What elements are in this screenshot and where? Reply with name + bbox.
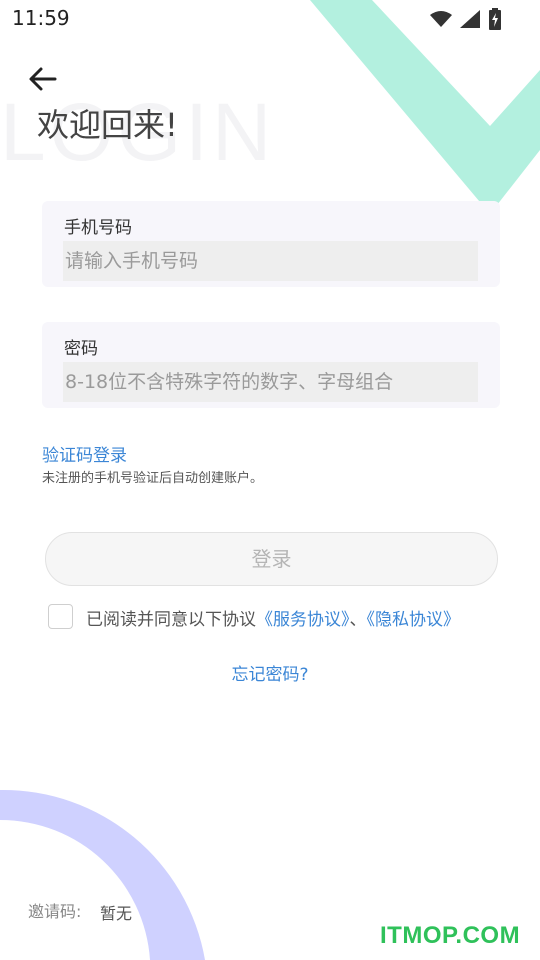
phone-input[interactable] bbox=[63, 241, 478, 281]
wifi-icon bbox=[430, 11, 452, 27]
status-icons bbox=[430, 8, 502, 30]
phone-label: 手机号码 bbox=[64, 218, 132, 238]
invite-code-label: 邀请码: bbox=[28, 902, 82, 921]
status-time: 11:59 bbox=[12, 6, 70, 30]
login-button[interactable]: 登录 bbox=[45, 532, 498, 586]
sms-hint: 未注册的手机号验证后自动创建账户。 bbox=[42, 471, 264, 486]
brand-watermark: ITMOP.COM bbox=[380, 922, 521, 949]
agreement-checkbox[interactable] bbox=[48, 604, 73, 629]
sms-login-link[interactable]: 验证码登录 bbox=[42, 441, 127, 466]
password-label: 密码 bbox=[64, 339, 98, 359]
page-title: 欢迎回来! bbox=[37, 106, 178, 144]
agreement-text: 已阅读并同意以下协议《服务协议》、《隐私协议》 bbox=[86, 605, 460, 630]
battery-icon bbox=[489, 8, 501, 30]
back-arrow-icon[interactable] bbox=[28, 64, 58, 94]
signal-icon bbox=[460, 10, 480, 28]
decorative-arc-shape bbox=[0, 789, 205, 960]
password-input[interactable] bbox=[63, 362, 478, 402]
agreement-separator: 、 bbox=[349, 610, 367, 630]
service-agreement-link[interactable]: 《服务协议》 bbox=[256, 610, 350, 630]
privacy-agreement-link[interactable]: 《隐私协议》 bbox=[367, 610, 461, 630]
phone-field-group: 手机号码 bbox=[42, 201, 500, 287]
invite-code-value[interactable]: 暂无 bbox=[100, 900, 132, 924]
password-field-group: 密码 bbox=[42, 322, 500, 408]
forgot-password-link[interactable]: 忘记密码? bbox=[0, 660, 540, 685]
agreement-prefix: 已阅读并同意以下协议 bbox=[86, 610, 256, 630]
